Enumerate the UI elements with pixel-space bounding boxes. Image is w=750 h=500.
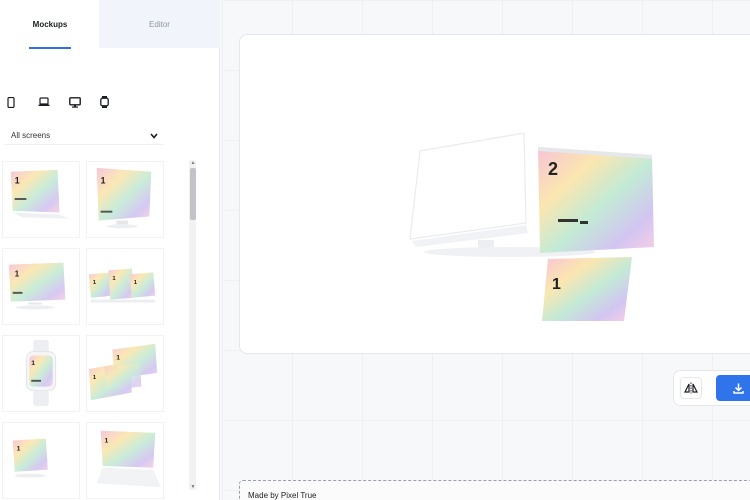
- thumbnail-stacked-screens[interactable]: 1 1: [86, 335, 164, 412]
- mockup-preview-image: 1: [96, 167, 152, 229]
- mockup-thumbnail-grid: 1 1 1 1 1 1 1 1 1 1 1: [0, 160, 186, 500]
- watch-icon: [100, 96, 109, 108]
- filter-watch-button[interactable]: [100, 95, 131, 109]
- filter-desktop-button[interactable]: [69, 95, 100, 109]
- mockup-scene-image: 2 1: [409, 132, 654, 321]
- thumbnail-wide-monitor[interactable]: 1: [2, 248, 80, 325]
- tab-mockups[interactable]: Mockups: [0, 0, 100, 48]
- svg-text:1: 1: [101, 175, 106, 185]
- scroll-down-arrow-icon[interactable]: ▼: [190, 484, 196, 490]
- laptop-icon: [38, 97, 50, 106]
- sidebar-tabs: Mockups Editor: [0, 0, 220, 49]
- active-tab-indicator: [29, 47, 71, 49]
- thumbnail-smartwatch[interactable]: 1: [2, 335, 80, 412]
- mockup-preview-image: 1: [8, 262, 66, 310]
- thumbnail-tilted-screen[interactable]: 1: [2, 161, 80, 238]
- dropdown-selected-value: All screens: [11, 131, 51, 140]
- credit-text: Made by Pixel True: [248, 491, 317, 500]
- preview-number-1: 1: [552, 276, 561, 293]
- phone-icon: [7, 96, 15, 108]
- sidebar: Mockups Editor All screens 1 1 1 1 1 1 1…: [0, 0, 220, 500]
- thumbnail-scrollbar-thumb[interactable]: [190, 168, 196, 220]
- svg-text:1: 1: [17, 445, 21, 452]
- preview-number-2: 2: [548, 159, 558, 179]
- svg-text:1: 1: [116, 354, 120, 361]
- chevron-down-icon: [150, 132, 158, 139]
- svg-text:1: 1: [31, 360, 35, 367]
- svg-text:1: 1: [15, 269, 20, 278]
- filter-phone-button[interactable]: [7, 95, 38, 109]
- mockup-preview-image: 1 1 1: [88, 268, 156, 303]
- tab-editor[interactable]: Editor: [99, 0, 220, 48]
- device-filter-row: [7, 95, 131, 109]
- scroll-up-arrow-icon[interactable]: ▲: [190, 160, 196, 166]
- thumbnail-small-monitor[interactable]: 1: [2, 422, 80, 499]
- svg-text:1: 1: [105, 437, 109, 444]
- tab-editor-label: Editor: [149, 19, 170, 29]
- mockup-preview-canvas[interactable]: 2 1: [239, 34, 750, 354]
- tab-mockups-label: Mockups: [32, 19, 68, 29]
- mockup-preview-image: 1: [96, 430, 162, 488]
- thumbnail-triple-laptops[interactable]: 1 1 1: [86, 248, 164, 325]
- screen-filter-dropdown[interactable]: All screens: [4, 127, 164, 145]
- download-button[interactable]: [716, 375, 750, 401]
- desktop-icon: [69, 96, 81, 108]
- download-icon: [733, 383, 744, 394]
- flip-horizontal-icon: [684, 382, 698, 394]
- mockup-preview-image: 1 1: [88, 343, 158, 401]
- svg-text:1: 1: [15, 175, 20, 185]
- mockup-preview-image: 1: [12, 438, 48, 478]
- filter-laptop-button[interactable]: [38, 95, 69, 109]
- thumbnail-desktop-monitor[interactable]: 1: [86, 161, 164, 238]
- flip-horizontal-button[interactable]: [680, 377, 702, 399]
- mockup-preview-image: 1: [10, 169, 70, 219]
- mockup-preview-image: 1: [25, 339, 57, 407]
- thumbnail-laptop-flat[interactable]: 1: [86, 422, 164, 499]
